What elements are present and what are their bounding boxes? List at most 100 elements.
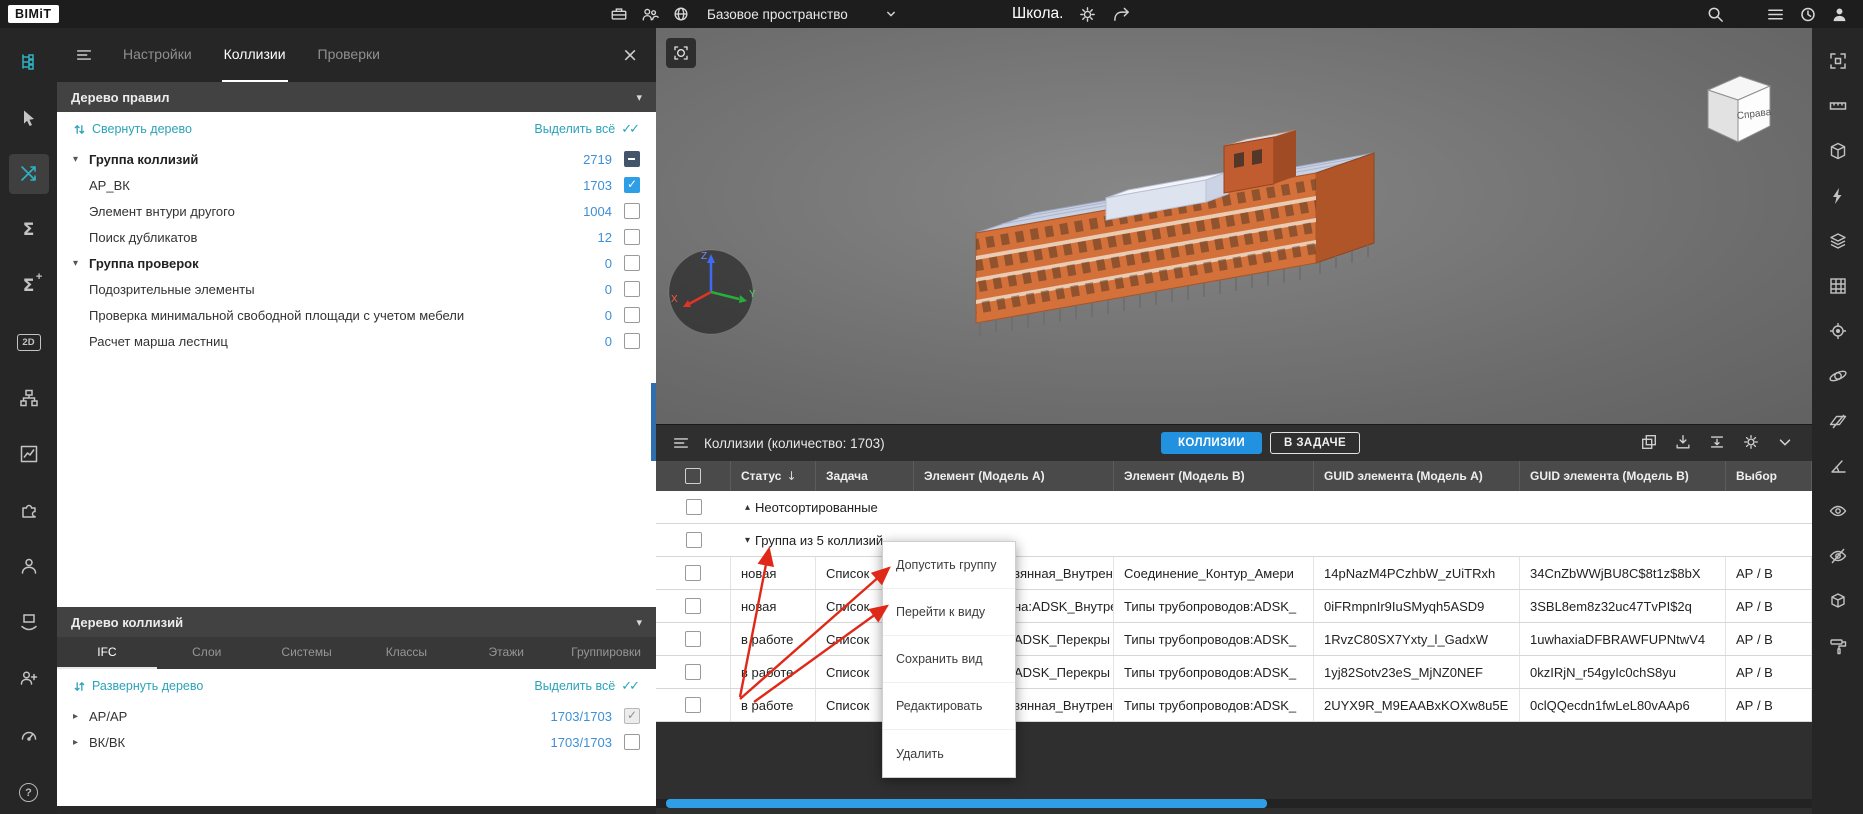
view-cube[interactable]: Справа: [1696, 64, 1782, 156]
workspace-selector[interactable]: Базовое пространство: [610, 5, 899, 23]
share-icon[interactable]: [1112, 5, 1131, 24]
menu-item-delete[interactable]: Удалить: [883, 730, 1015, 777]
tab-settings[interactable]: Настройки: [121, 28, 194, 82]
caret-down-icon[interactable]: ▾: [73, 258, 89, 269]
sort-desc-icon[interactable]: ↓: [786, 469, 796, 483]
measure-button[interactable]: [1821, 89, 1855, 123]
search-icon[interactable]: [1706, 5, 1725, 24]
table-row[interactable]: новая Список зянная_Внутрен Соединение_К…: [656, 557, 1812, 590]
tree-item-checkbox[interactable]: [624, 734, 640, 750]
select-all-checkbox[interactable]: [685, 468, 701, 484]
presentation-button[interactable]: [9, 602, 49, 642]
close-icon[interactable]: ×: [622, 46, 638, 65]
duplicate-icon[interactable]: [1640, 433, 1658, 451]
caret-right-icon[interactable]: ▸: [73, 737, 89, 748]
horizontal-scrollbar[interactable]: [656, 799, 1812, 808]
user-icon[interactable]: [1830, 5, 1849, 24]
rules-tree-row[interactable]: Поиск дубликатов 12: [57, 224, 656, 250]
tree-item-checkbox[interactable]: [624, 281, 640, 297]
clip-plane-button[interactable]: [1821, 404, 1855, 438]
row-checkbox[interactable]: [685, 697, 701, 713]
gauge-button[interactable]: [9, 714, 49, 754]
sum-plus-button[interactable]: Σ+: [9, 266, 49, 306]
subtab-classes[interactable]: Классы: [356, 637, 456, 669]
toolbox-icon[interactable]: [610, 5, 628, 23]
chevron-down-icon[interactable]: ▾: [636, 616, 642, 629]
tree-item-checkbox[interactable]: [624, 151, 640, 167]
collisions-button[interactable]: [9, 154, 49, 194]
rules-tree-row[interactable]: Проверка минимальной свободной площади с…: [57, 302, 656, 328]
help-button[interactable]: ?: [0, 783, 57, 802]
gear-icon[interactable]: [1742, 433, 1760, 451]
tab-collisions[interactable]: Коллизии: [222, 28, 288, 82]
rules-tree-row[interactable]: АР_ВК 1703: [57, 172, 656, 198]
column-task[interactable]: Задача: [816, 461, 914, 491]
grid-button[interactable]: [1821, 269, 1855, 303]
select-all-link[interactable]: Выделить всё✓✓: [534, 679, 640, 694]
row-checkbox[interactable]: [685, 598, 701, 614]
table-row[interactable]: в работе Список ADSK_Перекры Типы трубоп…: [656, 656, 1812, 689]
table-group-row[interactable]: ▾Группа из 5 коллизий: [656, 524, 1812, 557]
team-icon[interactable]: [641, 5, 659, 23]
plugins-button[interactable]: [9, 490, 49, 530]
viewport-3d[interactable]: Z X Y Справа: [656, 28, 1812, 424]
axis-gizmo[interactable]: Z X Y: [663, 244, 759, 340]
panel-menu-icon[interactable]: [75, 46, 93, 64]
chevron-down-icon[interactable]: [883, 6, 899, 22]
row-checkbox[interactable]: [685, 631, 701, 647]
chart-button[interactable]: [9, 434, 49, 474]
tree-item-checkbox[interactable]: [624, 708, 640, 724]
table-row[interactable]: новая Список на:ADSK_Внутрен Типы трубоп…: [656, 590, 1812, 623]
menu-icon[interactable]: [1766, 5, 1785, 24]
group-checkbox[interactable]: [686, 532, 702, 548]
table-group-row[interactable]: ▴Неотсортированные: [656, 491, 1812, 524]
tree-item-checkbox[interactable]: [624, 255, 640, 271]
chevron-down-icon[interactable]: [1776, 433, 1794, 451]
team-add-button[interactable]: [9, 658, 49, 698]
tree-item-checkbox[interactable]: [624, 229, 640, 245]
row-align-icon[interactable]: [1708, 433, 1726, 451]
2d-view-button[interactable]: 2D: [9, 322, 49, 362]
column-guid-a[interactable]: GUID элемента (Модель A): [1314, 461, 1520, 491]
subtab-layers[interactable]: Слои: [157, 637, 257, 669]
tree-item-checkbox[interactable]: [624, 333, 640, 349]
section-box-button[interactable]: [1821, 134, 1855, 168]
sum-button[interactable]: Σ: [9, 210, 49, 250]
hierarchy-button[interactable]: [9, 378, 49, 418]
caret-up-icon[interactable]: ▴: [731, 502, 755, 513]
menu-item-allow-group[interactable]: Допустить группу: [883, 542, 1015, 589]
table-row[interactable]: в работе Список ADSK_Перекры Типы трубоп…: [656, 623, 1812, 656]
column-element-b[interactable]: Элемент (Модель B): [1114, 461, 1314, 491]
menu-item-go-to-view[interactable]: Перейти к виду: [883, 589, 1015, 636]
tree-item-checkbox[interactable]: [624, 307, 640, 323]
person-button[interactable]: [9, 546, 49, 586]
tab-checks[interactable]: Проверки: [316, 28, 382, 82]
locate-button[interactable]: [1821, 314, 1855, 348]
angle-button[interactable]: [1821, 449, 1855, 483]
rules-tree-row[interactable]: Подозрительные элементы 0: [57, 276, 656, 302]
layers-button[interactable]: [1821, 224, 1855, 258]
group-checkbox[interactable]: [686, 499, 702, 515]
menu-item-edit[interactable]: Редактировать: [883, 683, 1015, 730]
expand-tree-link[interactable]: Развернуть дерево: [73, 679, 203, 693]
subtab-floors[interactable]: Этажи: [456, 637, 556, 669]
rules-tree-group-row[interactable]: ▾ Группа проверок 0: [57, 250, 656, 276]
row-checkbox[interactable]: [685, 664, 701, 680]
rules-tree-row[interactable]: Расчет марша лестниц 0: [57, 328, 656, 354]
eye-off-button[interactable]: [1821, 539, 1855, 573]
focus-mode-button[interactable]: [666, 38, 696, 68]
import-icon[interactable]: [1674, 433, 1692, 451]
collisions-tree-row[interactable]: ▸ ВК/ВК 1703/1703: [57, 729, 656, 755]
scrollbar-thumb[interactable]: [666, 799, 1267, 808]
caret-down-icon[interactable]: ▾: [73, 154, 89, 165]
history-icon[interactable]: [1798, 5, 1817, 24]
fit-view-button[interactable]: [1821, 44, 1855, 78]
select-all-link[interactable]: Выделить всё✓✓: [534, 122, 640, 137]
cube-button[interactable]: [1821, 584, 1855, 618]
table-menu-icon[interactable]: [672, 434, 690, 452]
rules-tree-group-row[interactable]: ▾ Группа коллизий 2719: [57, 146, 656, 172]
table-row[interactable]: в работе Список зянная_Внутрен Типы труб…: [656, 689, 1812, 722]
collapse-tree-link[interactable]: Свернуть дерево: [73, 122, 192, 136]
lightning-button[interactable]: [1821, 179, 1855, 213]
paint-roller-button[interactable]: [1821, 629, 1855, 663]
